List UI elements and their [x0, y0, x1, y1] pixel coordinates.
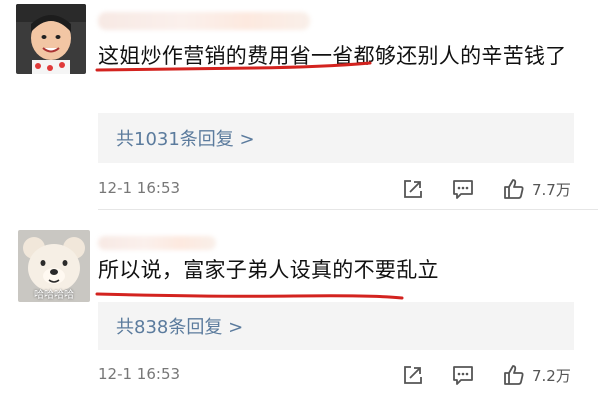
view-replies-button[interactable]: 共838条回复 > — [98, 302, 574, 350]
comment-item: 这姐炒作营销的费用省一省都够还别人的辛苦钱了 共1031条回复 > 12-1 1… — [0, 0, 598, 210]
comment-time: 12-1 16:53 — [98, 365, 181, 383]
like-count: 7.7万 — [532, 180, 571, 199]
avatar-caption: 哈哈哈哈 — [34, 290, 74, 301]
comment-text: 所以说，富家子弟人设真的不要乱立 — [98, 258, 439, 282]
comment-icon — [453, 180, 473, 199]
red-underline-annotation — [95, 292, 404, 300]
comment-footer: 12-1 16:53 7.7万 — [98, 174, 576, 204]
username-blurred[interactable] — [98, 236, 216, 250]
thumbs-up-icon — [504, 179, 524, 199]
replies-count-label: 共1031条回复 > — [116, 129, 255, 150]
edit-share-icon — [404, 366, 422, 384]
edit-share-icon — [404, 180, 422, 198]
like-button[interactable]: 7.7万 — [502, 174, 571, 204]
share-button[interactable] — [402, 174, 424, 204]
like-count: 7.2万 — [532, 366, 571, 385]
like-button[interactable]: 7.2万 — [502, 360, 571, 390]
comment-time: 12-1 16:53 — [98, 179, 181, 197]
replies-count-label: 共838条回复 > — [116, 317, 244, 338]
comment-button[interactable] — [451, 174, 475, 204]
thumbs-up-icon — [504, 365, 524, 385]
avatar[interactable] — [16, 4, 86, 74]
comment-icon — [453, 366, 473, 385]
username-blurred[interactable] — [98, 12, 310, 30]
comment-item: 哈哈哈哈 所以说，富家子弟人设真的不要乱立 共838条回复 > 12-1 16:… — [0, 210, 598, 400]
comment-button[interactable] — [451, 360, 475, 390]
view-replies-button[interactable]: 共1031条回复 > — [98, 113, 574, 163]
comment-text: 这姐炒作营销的费用省一省都够还别人的辛苦钱了 — [98, 44, 567, 68]
comment-footer: 12-1 16:53 7.2万 — [98, 360, 576, 390]
share-button[interactable] — [402, 360, 424, 390]
avatar[interactable]: 哈哈哈哈 — [18, 230, 90, 302]
